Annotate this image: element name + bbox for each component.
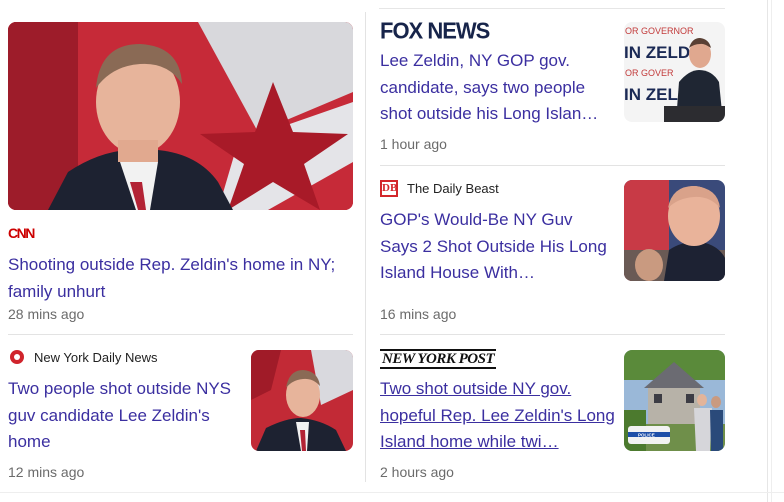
headline-nydn[interactable]: Two people shot outside NYS guv candidat…: [8, 376, 238, 456]
headline-ny-post[interactable]: Two shot outside NY gov. hopeful Rep. Le…: [380, 376, 615, 456]
top-divider: [379, 8, 725, 9]
timestamp-daily-beast: 16 mins ago: [380, 306, 457, 322]
headline-cnn[interactable]: Shooting outside Rep. Zeldin's home in N…: [8, 252, 358, 305]
zeldin-photo-cnn[interactable]: [8, 22, 353, 210]
zeldin-rally-photo[interactable]: [624, 180, 725, 281]
fox-news-logo: FOX NEWS: [380, 17, 490, 44]
source-name-nydn: New York Daily News: [34, 350, 158, 365]
governor-sign-text: OR GOVERNOR: [625, 26, 694, 36]
nydn-icon: [10, 350, 24, 364]
zeldin-photo-nydn[interactable]: [251, 350, 353, 451]
page-edge: [771, 0, 772, 502]
timestamp-nydn: 12 mins ago: [8, 464, 85, 480]
bottom-divider: [0, 492, 784, 493]
cnn-logo-icon: CNN: [8, 226, 37, 240]
police-car-text: POLICE: [638, 433, 655, 438]
timestamp-cnn: 28 mins ago: [8, 306, 85, 322]
svg-text:CNN: CNN: [8, 226, 35, 240]
headline-daily-beast[interactable]: GOP's Would-Be NY Guv Says 2 Shot Outsid…: [380, 207, 610, 287]
zeldin-podium-photo[interactable]: OR GOVERNOR IN ZELDIN OR GOVER IN ZEL: [624, 22, 725, 122]
scrollbar-track[interactable]: [767, 0, 768, 502]
column-divider: [365, 12, 366, 482]
card-separator: [8, 334, 353, 335]
timestamp-ny-post: 2 hours ago: [380, 464, 454, 480]
timestamp-fox: 1 hour ago: [380, 136, 447, 152]
svg-text:OR GOVER: OR GOVER: [625, 68, 674, 78]
house-police-photo[interactable]: POLICE: [624, 350, 725, 451]
svg-text:IN ZEL: IN ZEL: [624, 85, 678, 104]
card-separator: [380, 165, 725, 166]
card-separator: [380, 334, 725, 335]
daily-beast-icon: DB: [380, 180, 398, 197]
ny-post-logo: NEW YORK POST: [380, 349, 497, 369]
source-name-daily-beast: The Daily Beast: [407, 181, 499, 196]
headline-fox[interactable]: Lee Zeldin, NY GOP gov. candidate, says …: [380, 48, 615, 128]
